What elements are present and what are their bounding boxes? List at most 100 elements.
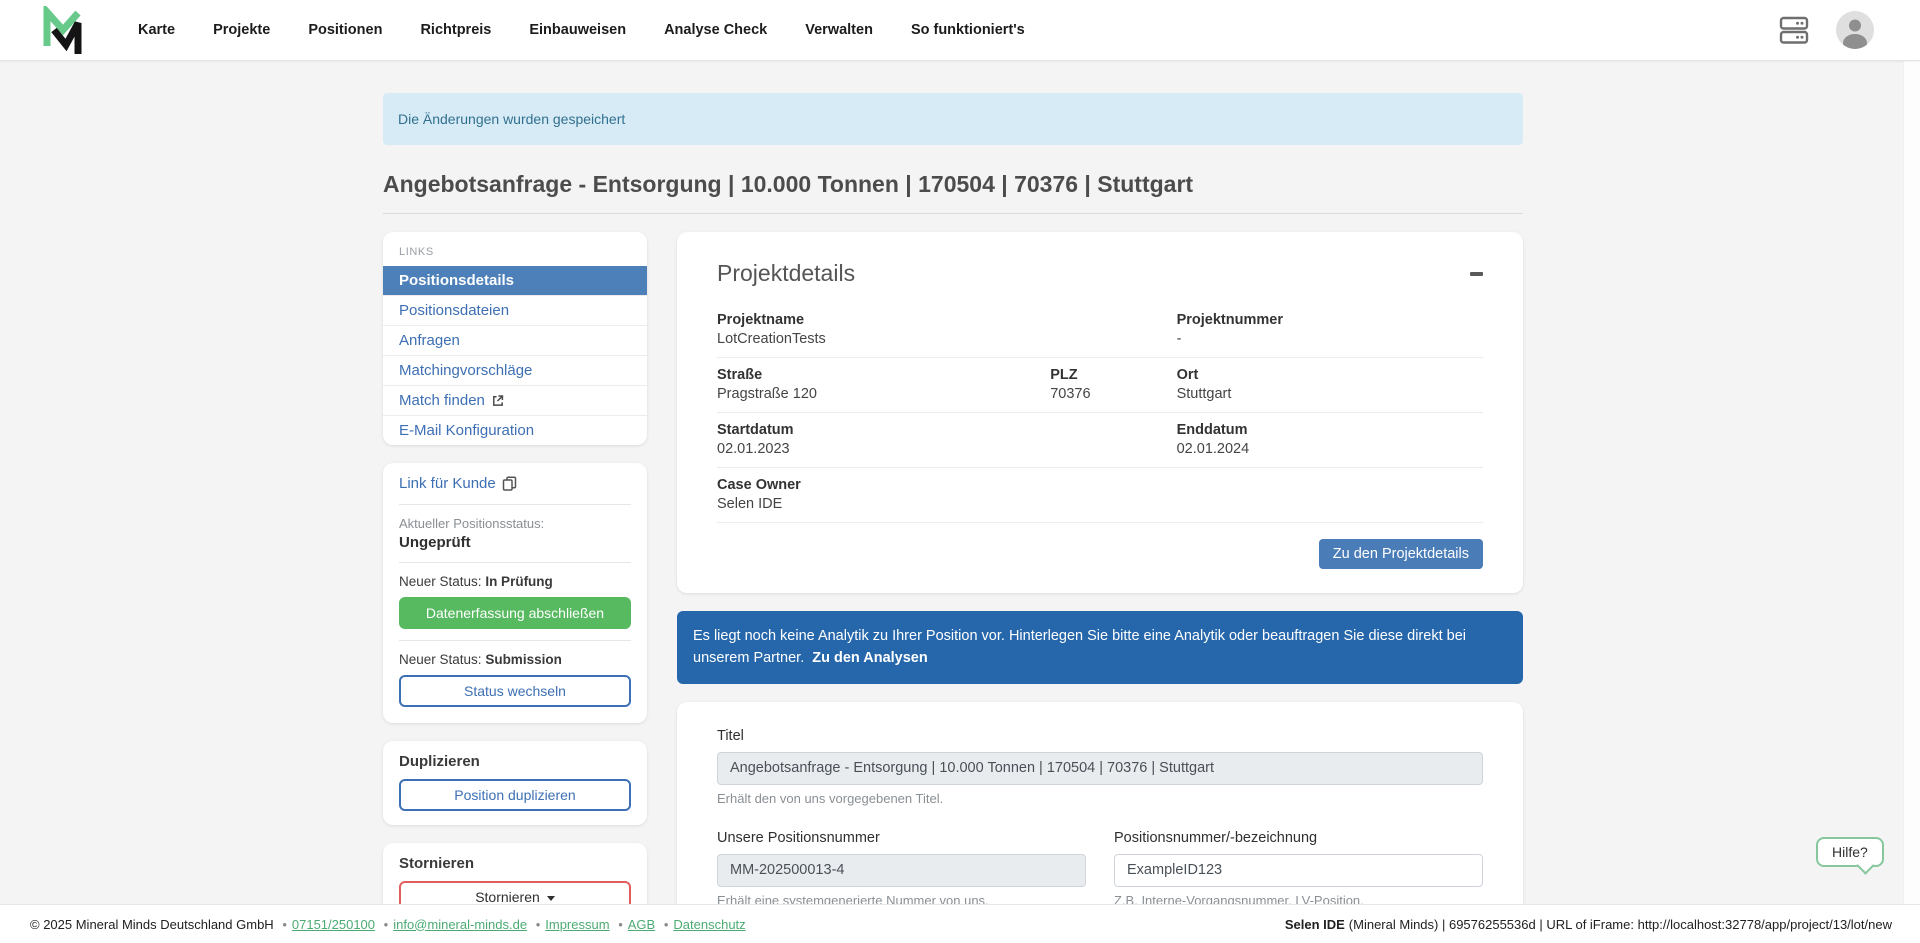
- sidebar-item-email-konfiguration[interactable]: E-Mail Konfiguration: [383, 415, 647, 445]
- position-number-input[interactable]: [1114, 854, 1483, 887]
- status-card: Link für Kunde Aktueller Positionsstatus…: [383, 463, 647, 723]
- footer-left: © 2025 Mineral Minds Deutschland GmbH • 0…: [30, 917, 746, 932]
- next-status-value: Submission: [485, 652, 562, 667]
- separator-dot: •: [664, 917, 669, 932]
- field-value: LotCreationTests: [717, 331, 1177, 347]
- field-value: 02.01.2024: [1177, 441, 1483, 457]
- go-to-project-details-button[interactable]: Zu den Projektdetails: [1319, 539, 1483, 569]
- duplicate-heading: Duplizieren: [399, 753, 631, 770]
- field-label: Enddatum: [1177, 422, 1483, 438]
- next-status-line: Neuer Status: Submission: [399, 652, 631, 667]
- field-value: Pragstraße 120: [717, 386, 1050, 402]
- separator-dot: •: [282, 917, 287, 932]
- project-row: Straße Pragstraße 120 PLZ 70376 Ort Stut…: [717, 358, 1483, 413]
- field-value: -: [1177, 331, 1483, 347]
- customer-link-label: Link für Kunde: [399, 475, 496, 492]
- separator-dot: •: [384, 917, 389, 932]
- sidebar-item-match-finden[interactable]: Match finden: [383, 385, 647, 415]
- external-link-icon: [491, 394, 504, 407]
- our-position-number-input[interactable]: [717, 854, 1086, 887]
- email-link[interactable]: info@mineral-minds.de: [393, 917, 527, 932]
- divider: [399, 640, 631, 641]
- cancel-heading: Stornieren: [399, 855, 631, 872]
- sidebar-item-label: Matchingvorschläge: [399, 362, 532, 379]
- field-label: Case Owner: [717, 477, 1177, 493]
- sidebar-item-anfragen[interactable]: Anfragen: [383, 325, 647, 355]
- impressum-link[interactable]: Impressum: [545, 917, 609, 932]
- session-meta: (Mineral Minds) | 69576255536d | URL of …: [1349, 917, 1892, 932]
- field-label: Startdatum: [717, 422, 1177, 438]
- nav-item-positionen[interactable]: Positionen: [308, 22, 382, 38]
- session-user: Selen IDE: [1285, 917, 1345, 932]
- nav-item-projekte[interactable]: Projekte: [213, 22, 270, 38]
- alert-message: Die Änderungen wurden gespeichert: [398, 111, 625, 127]
- vertical-scrollbar[interactable]: [1903, 61, 1920, 904]
- field-label: Projektnummer: [1177, 312, 1483, 328]
- success-alert: Die Änderungen wurden gespeichert: [383, 93, 1523, 145]
- nav-item-so-funktionierts[interactable]: So funktioniert's: [911, 22, 1025, 38]
- next-status-value: In Prüfung: [485, 574, 553, 589]
- field-value: 02.01.2023: [717, 441, 1177, 457]
- mineral-minds-logo[interactable]: [40, 6, 88, 54]
- finish-data-entry-button[interactable]: Datenerfassung abschließen: [399, 597, 631, 629]
- titel-help: Erhält den von uns vorgegebenen Titel.: [717, 791, 1483, 806]
- current-status-label: Aktueller Positionsstatus:: [399, 516, 631, 531]
- project-details-title: Projektdetails: [717, 260, 855, 287]
- main-column: Projektdetails Projektname LotCreationTe…: [677, 232, 1523, 904]
- titel-input[interactable]: [717, 752, 1483, 785]
- project-row: Startdatum 02.01.2023 Enddatum 02.01.202…: [717, 413, 1483, 468]
- cancel-button-label: Stornieren: [475, 889, 540, 904]
- user-avatar-icon[interactable]: [1836, 11, 1874, 49]
- field-value: Selen IDE: [717, 496, 1177, 512]
- cancel-card: Stornieren Stornieren: [383, 843, 647, 904]
- copyright-text: © 2025 Mineral Minds Deutschland GmbH: [30, 917, 274, 932]
- page-title: Angebotsanfrage - Entsorgung | 10.000 To…: [383, 171, 1523, 214]
- analytics-banner: Es liegt noch keine Analytik zu Ihrer Po…: [677, 611, 1523, 684]
- customer-link[interactable]: Link für Kunde: [399, 475, 517, 492]
- field-value: 70376: [1050, 386, 1176, 402]
- nav-item-einbauweisen[interactable]: Einbauweisen: [529, 22, 626, 38]
- field-label: Straße: [717, 367, 1050, 383]
- nav-item-analyse-check[interactable]: Analyse Check: [664, 22, 767, 38]
- sidebar-item-label: Positionsdateien: [399, 302, 509, 319]
- position-number-label: Positionsnummer/-bezeichnung: [1114, 830, 1483, 846]
- current-status-value: Ungeprüft: [399, 534, 631, 551]
- field-label: Ort: [1177, 367, 1483, 383]
- sidebar-item-positionsdetails[interactable]: Positionsdetails: [383, 266, 647, 295]
- titel-label: Titel: [717, 728, 1483, 744]
- footer: © 2025 Mineral Minds Deutschland GmbH • 0…: [0, 904, 1920, 943]
- go-to-analyses-link[interactable]: Zu den Analysen: [812, 650, 927, 666]
- our-position-number-help: Erhält eine systemgenerierte Nummer von …: [717, 893, 1086, 904]
- mm-logo-icon: [42, 6, 86, 54]
- top-navigation: Karte Projekte Positionen Richtpreis Ein…: [0, 0, 1920, 61]
- copy-icon: [502, 476, 517, 491]
- next-status-label: Neuer Status:: [399, 574, 482, 589]
- position-form-card: Titel Erhält den von uns vorgegebenen Ti…: [677, 702, 1523, 904]
- project-row: Case Owner Selen IDE: [717, 468, 1483, 523]
- server-icon[interactable]: [1778, 14, 1810, 46]
- field-value: Stuttgart: [1177, 386, 1483, 402]
- sidebar-item-positionsdateien[interactable]: Positionsdateien: [383, 295, 647, 325]
- help-button[interactable]: Hilfe?: [1816, 837, 1884, 867]
- project-row: Projektname LotCreationTests Projektnumm…: [717, 303, 1483, 358]
- switch-status-button[interactable]: Status wechseln: [399, 675, 631, 707]
- duplicate-card: Duplizieren Position duplizieren: [383, 741, 647, 825]
- sidebar-item-label: Match finden: [399, 392, 485, 409]
- datenschutz-link[interactable]: Datenschutz: [673, 917, 745, 932]
- nav-item-richtpreis[interactable]: Richtpreis: [420, 22, 491, 38]
- nav-item-verwalten[interactable]: Verwalten: [805, 22, 873, 38]
- sidebar-item-matchingvorschlaege[interactable]: Matchingvorschläge: [383, 355, 647, 385]
- next-status-label: Neuer Status:: [399, 652, 482, 667]
- duplicate-position-button[interactable]: Position duplizieren: [399, 779, 631, 811]
- caret-down-icon: [547, 896, 555, 901]
- links-card: LINKS Positionsdetails Positionsdateien …: [383, 232, 647, 445]
- separator-dot: •: [618, 917, 623, 932]
- our-position-number-label: Unsere Positionsnummer: [717, 830, 1086, 846]
- project-details-card: Projektdetails Projektname LotCreationTe…: [677, 232, 1523, 593]
- phone-link[interactable]: 07151/250100: [292, 917, 375, 932]
- collapse-minus-icon[interactable]: [1470, 272, 1483, 276]
- agb-link[interactable]: AGB: [628, 917, 655, 932]
- cancel-dropdown-button[interactable]: Stornieren: [399, 881, 631, 904]
- divider: [399, 562, 631, 563]
- nav-item-karte[interactable]: Karte: [138, 22, 175, 38]
